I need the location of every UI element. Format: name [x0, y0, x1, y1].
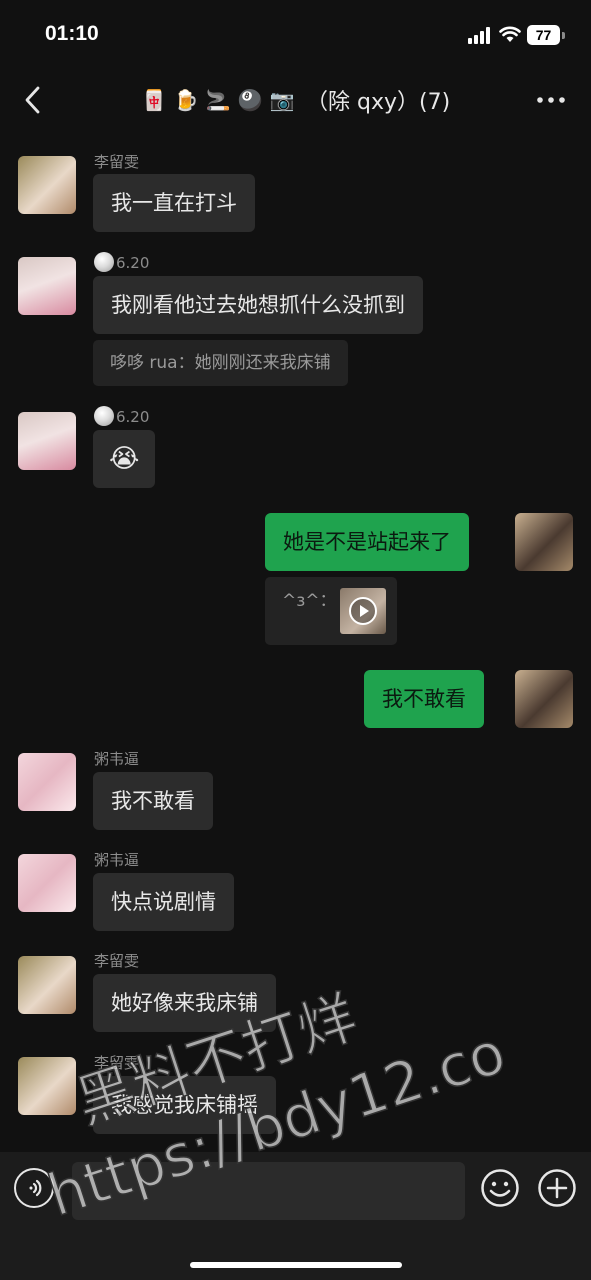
avatar[interactable]	[18, 257, 76, 315]
message-bubble[interactable]: 快点说剧情	[93, 873, 234, 931]
emoji-icon[interactable]	[480, 1168, 520, 1208]
message-bubble[interactable]: 我刚看他过去她想抓什么没抓到	[93, 276, 423, 334]
sender-name: 6.20	[94, 252, 149, 272]
chat-title: 🀄 🍺 🚬 🎱 📷 （除 qxy）(7)	[140, 84, 451, 116]
chat-header: 🀄 🍺 🚬 🎱 📷 （除 qxy）(7)	[0, 68, 591, 132]
sender-name: 李留雯	[94, 153, 140, 171]
back-chevron-icon[interactable]	[18, 82, 48, 118]
input-bar	[0, 1152, 591, 1280]
message-bubble[interactable]: 我不敢看	[364, 670, 484, 728]
message-bubble[interactable]: 她是不是站起来了	[265, 513, 469, 571]
battery-icon: 77	[527, 25, 565, 45]
avatar[interactable]	[18, 412, 76, 470]
video-thumbnail[interactable]	[340, 588, 386, 634]
avatar[interactable]	[18, 1057, 76, 1115]
voice-icon[interactable]	[14, 1168, 54, 1208]
message-bubble[interactable]: 我不敢看	[93, 772, 213, 830]
beer-emoji-icon: 🍺	[173, 88, 199, 112]
message-bubble[interactable]: 她好像来我床铺	[93, 974, 276, 1032]
message-bubble[interactable]: 我感觉我床铺摇	[93, 1076, 276, 1134]
avatar[interactable]	[18, 956, 76, 1014]
sender-name: 李留雯	[94, 1054, 140, 1072]
avatar[interactable]	[18, 156, 76, 214]
camera-emoji-icon: 📷	[269, 88, 295, 112]
sender-name: 粥韦逼	[94, 750, 140, 768]
avatar[interactable]	[18, 753, 76, 811]
mahjong-emoji-icon: 🀄	[141, 88, 167, 112]
cellular-signal-icon	[468, 27, 492, 44]
sender-name: 粥韦逼	[94, 851, 140, 869]
avatar[interactable]	[515, 670, 573, 728]
avatar[interactable]	[18, 854, 76, 912]
message-list[interactable]: 李留雯 我一直在打斗 6.20 我刚看他过去她想抓什么没抓到 哆哆 rua：她刚…	[0, 132, 591, 1152]
sender-name: 6.20	[94, 406, 149, 426]
message-bubble[interactable]: 😭	[93, 430, 156, 488]
status-time: 01:10	[45, 22, 99, 45]
cigarette-emoji-icon: 🚬	[205, 88, 231, 112]
wifi-icon	[499, 26, 521, 42]
sender-badge-icon	[94, 406, 114, 426]
status-bar: 01:10 77	[0, 0, 591, 68]
play-icon	[349, 597, 377, 625]
plus-icon[interactable]	[537, 1168, 577, 1208]
message-bubble[interactable]: 我一直在打斗	[93, 174, 255, 232]
sender-name: 李留雯	[94, 952, 140, 970]
home-indicator	[190, 1262, 402, 1268]
quote-text: ^з^：	[282, 591, 337, 611]
sender-badge-icon	[94, 252, 114, 272]
battery-level: 77	[527, 25, 560, 45]
quoted-message[interactable]: 哆哆 rua：她刚刚还来我床铺	[93, 340, 348, 386]
avatar[interactable]	[515, 513, 573, 571]
message-input[interactable]	[72, 1162, 465, 1220]
eight-ball-emoji-icon: 🎱	[237, 88, 263, 112]
more-icon[interactable]	[533, 86, 569, 114]
chat-title-text: （除 qxy）(7)	[306, 90, 451, 115]
